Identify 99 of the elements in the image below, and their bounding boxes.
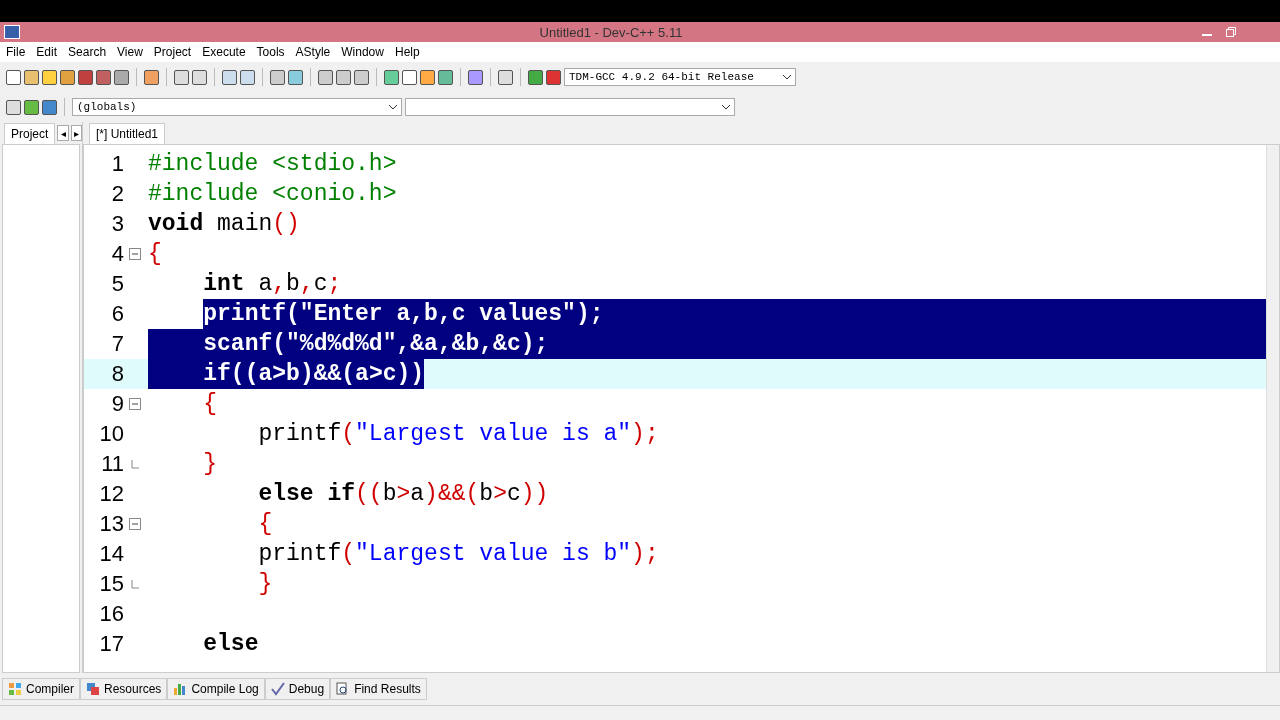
menu-item[interactable]: Execute [198,45,250,59]
fold-minus-icon[interactable] [129,398,141,410]
line-number: 16 [98,601,124,627]
code-line: } [202,450,218,479]
code-line: int a,b,c; [202,270,342,299]
code-line: #include <conio.h> [148,180,397,209]
grid-icon [8,682,22,696]
toolbar-icon[interactable] [24,99,39,115]
code-line: if((a>b)&&(a>c)) [148,359,425,389]
code-line: printf("Largest value is a"); [257,420,659,449]
toolbar-icon[interactable] [402,69,417,85]
toolbar-icon[interactable] [174,69,189,85]
toolbar-icon[interactable] [240,69,255,85]
menu-item[interactable]: Search [64,45,111,59]
menu-item[interactable]: Help [390,45,424,59]
file-tab[interactable]: [*] Untitled1 [89,123,166,144]
code-line: printf("Largest value is b"); [257,540,659,569]
chevron-icon [722,104,730,110]
menu-item[interactable]: Project [149,45,196,59]
fold-minus-icon[interactable] [129,248,141,260]
menu-item[interactable]: Edit [32,45,62,59]
toolbar-icon[interactable] [6,99,21,115]
toolbar-icon[interactable] [288,69,303,85]
line-number: 8 [110,361,124,387]
compiler-select[interactable]: TDM-GCC 4.9.2 64-bit Release [564,68,796,86]
toolbar-icon[interactable] [528,69,543,85]
fold-end-icon [131,459,139,469]
line-number: 13 [98,511,124,537]
code-line: #include <stdio.h> [148,150,397,179]
toolbar-icon[interactable] [420,69,435,85]
menu-item[interactable]: AStyle [291,45,335,59]
panel-tab[interactable]: Resources [80,678,168,700]
toolbar-icon[interactable] [222,69,237,85]
restore-icon[interactable] [1226,27,1236,37]
app-icon [4,25,20,39]
toolbar-icon[interactable] [144,69,159,85]
line-number: 15 [98,571,124,597]
line-number: 2 [110,181,124,207]
line-number: 17 [98,631,124,657]
toolbar-icon[interactable] [468,69,483,85]
toolbar-icon[interactable] [270,69,285,85]
line-number: 3 [110,211,124,237]
scrollbar[interactable] [1266,145,1279,672]
code-line: void main() [148,210,300,239]
panel-tab[interactable]: Compile Log [167,678,265,700]
line-number: 10 [98,421,124,447]
toolbar-icon[interactable] [546,69,561,85]
toolbar-icon[interactable] [114,69,129,85]
code-line: else [202,630,259,659]
line-number: 12 [98,481,124,507]
toolbar-icon[interactable] [6,69,21,85]
code-line: scanf("%d%d%d",&a,&b,&c); [148,329,549,359]
menu-item[interactable]: Window [337,45,388,59]
code-line: } [257,570,273,599]
panel-tab[interactable]: Compiler [2,678,80,700]
bar-chart-icon [173,682,188,696]
menu-item[interactable]: View [113,45,147,59]
toolbar-icon[interactable] [498,69,513,85]
line-number: 11 [100,451,124,477]
toolbar-icon[interactable] [354,69,369,85]
scroll-right-button[interactable]: ▸ [70,125,82,141]
code-line: { [257,510,273,539]
toolbar-icon[interactable] [42,99,57,115]
scroll-left-button[interactable]: ◂ [57,125,69,141]
chevron-icon [389,104,397,110]
panel-tab[interactable]: Debug [264,678,331,700]
project-tab[interactable]: Project [4,122,56,144]
code-line: { [202,390,218,419]
line-number: 14 [98,541,124,567]
toolbar-icon[interactable] [336,69,351,85]
toolbar-icon[interactable] [78,69,93,85]
toolbar-icon[interactable] [438,69,453,85]
fold-end-icon [131,579,139,589]
toolbar-icon[interactable] [318,69,333,85]
line-number: 4 [110,241,124,267]
code-editor[interactable] [83,144,1280,673]
line-number: 7 [110,331,124,357]
line-number: 9 [110,391,124,417]
line-number: 1 [110,151,124,177]
window-title: Untitled1 - Dev-C++ 5.11 [538,24,684,40]
line-number: 5 [110,271,124,297]
menu-item[interactable]: File [2,45,30,59]
stacked-squares-icon [86,682,100,696]
toolbar-icon[interactable] [24,69,39,85]
line-number: 6 [110,301,124,327]
toolbar-icon[interactable] [42,69,57,85]
toolbar-icon[interactable] [96,69,111,85]
toolbar-icon[interactable] [60,69,75,85]
menu-item[interactable]: Tools [252,45,289,59]
panel-tab[interactable]: Find Results [330,678,427,700]
toolbar-icon[interactable] [192,69,207,85]
code-line: else if((b>a)&&(b>c)) [257,480,549,509]
chevron-icon [783,74,791,80]
code-line: printf("Enter a,b,c values"); [202,299,604,329]
toolbar-icon[interactable] [384,69,399,85]
fold-minus-icon[interactable] [129,518,141,530]
checkmark-icon [270,682,285,696]
scope-select[interactable]: (globals) [72,98,402,116]
code-line: { [148,240,162,269]
